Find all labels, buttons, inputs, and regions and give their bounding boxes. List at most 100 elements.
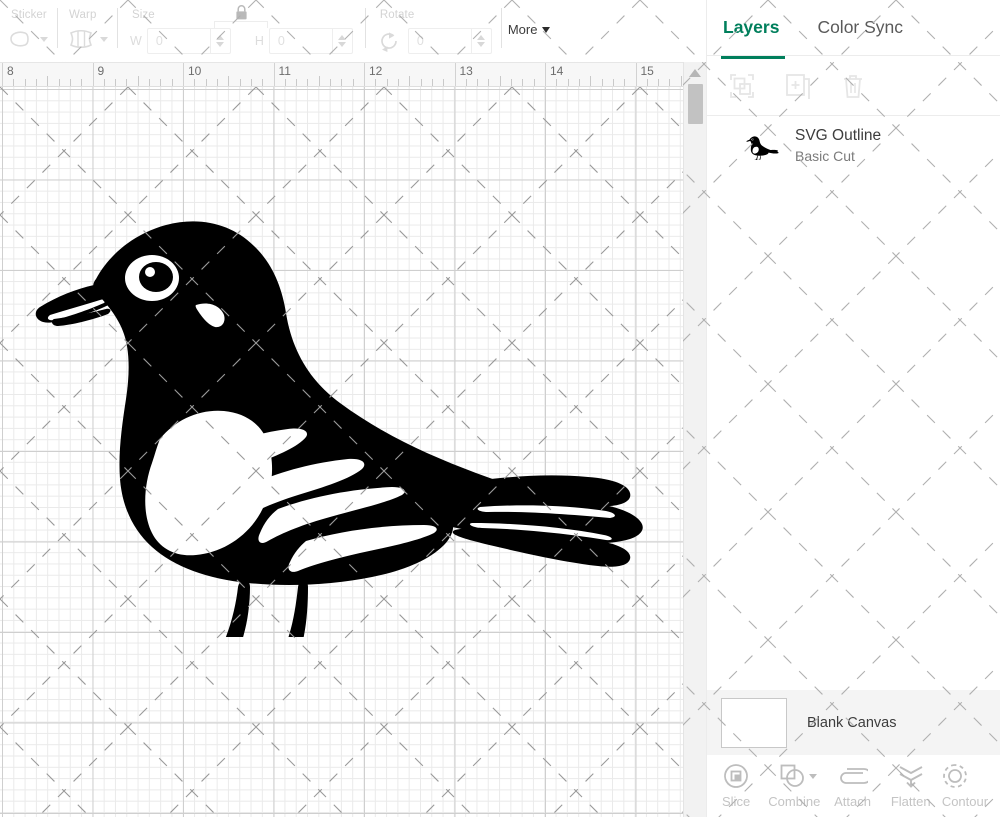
rotate-icon[interactable] [378,30,400,52]
right-panel: Layers Color Sync [706,0,1000,817]
ruler-tick [115,79,116,86]
ruler-tick [240,79,241,86]
ruler-tick [262,79,263,86]
contour-button[interactable]: Contour [940,761,1000,809]
canvas-vertical-scrollbar[interactable] [683,62,706,817]
height-field[interactable] [269,28,353,54]
warp-chevron-down-icon[interactable] [100,37,108,42]
warp-icon[interactable] [67,28,95,50]
combine-button[interactable]: Combine [765,761,823,809]
ruler-inch-mark: 14 [545,63,546,87]
toolbar-group-sticker[interactable]: Sticker [0,0,57,62]
ruler-tick [330,79,331,86]
ruler-tick [104,79,105,86]
sticker-chevron-down-icon[interactable] [40,37,48,42]
ruler-tick [568,79,569,86]
ruler-tick [251,79,252,86]
height-stepper[interactable] [332,29,352,53]
ruler-tick [613,79,614,86]
ruler-tick [522,79,523,86]
ruler-inch-mark: 12 [364,63,365,87]
rotate-input[interactable] [409,29,471,53]
layer-tools-row [707,56,1000,116]
ruler-tick [624,79,625,86]
layer-text-group: SVG Outline Basic Cut [795,127,881,165]
flatten-icon [897,761,925,791]
ruler-tick [658,79,659,86]
ruler-tick [307,79,308,86]
ruler-tick [296,79,297,86]
attach-button[interactable]: Attach [823,761,881,809]
blank-canvas-label: Blank Canvas [807,715,896,731]
ruler-label: 15 [641,64,654,78]
ruler-inch-mark: 9 [93,63,94,87]
flatten-button[interactable]: Flatten [882,761,940,809]
toolbar-group-warp[interactable]: Warp [58,0,117,62]
more-chevron-down-icon [542,27,550,33]
toolbar-group-rotate: Rotate [366,0,501,62]
layer-list[interactable]: SVG Outline Basic Cut [707,117,1000,690]
artwork-magpie-bird[interactable] [10,167,650,637]
width-field[interactable] [147,28,231,54]
tab-color-sync[interactable]: Color Sync [817,17,903,40]
ruler-tick [70,79,71,86]
scroll-up-arrow-icon[interactable] [684,64,706,82]
ruler-tick [579,79,580,86]
rotate-field[interactable] [408,28,492,54]
lock-icon[interactable] [234,4,249,21]
ruler-tick [172,79,173,86]
width-stepper[interactable] [210,29,230,53]
panel-tabs-divider [707,55,1000,56]
delete-icon[interactable] [841,73,865,99]
height-input[interactable] [270,29,332,53]
design-canvas[interactable] [0,87,683,817]
ruler-tick [138,76,139,86]
horizontal-ruler: 89101112131415 [0,62,706,87]
ruler-tick [206,79,207,86]
width-tag: W [130,34,142,48]
slice-icon [723,761,749,791]
lock-bracket [214,21,268,28]
ruler-label: 13 [460,64,473,78]
more-button[interactable]: More [502,22,557,37]
duplicate-icon[interactable] [785,73,811,99]
list-item[interactable]: SVG Outline Basic Cut [707,117,1000,175]
ruler-tick [590,76,591,86]
ruler-tick [341,79,342,86]
group-icon[interactable] [729,73,755,99]
sticker-label: Sticker [9,0,48,21]
ruler-tick [194,79,195,86]
ruler-inch-mark: 13 [455,63,456,87]
ruler-tick [25,79,26,86]
ruler-tick [36,79,37,86]
ruler-tick [477,79,478,86]
top-toolbar: Sticker Warp [0,0,706,62]
size-lock-group[interactable] [214,4,268,28]
attach-label: Attach [834,794,871,809]
slice-label: Slice [722,794,750,809]
height-tag: H [255,34,264,48]
blank-canvas-thumbnail [721,698,787,748]
ruler-tick [602,79,603,86]
ruler-tick [488,79,489,86]
ruler-label: 10 [188,64,201,78]
slice-button[interactable]: Slice [707,761,765,809]
tab-layers[interactable]: Layers [723,17,779,40]
ruler-tick [409,76,410,86]
sticker-icon[interactable] [9,29,35,49]
ruler-tick [59,79,60,86]
rotate-stepper[interactable] [471,29,491,53]
scrollbar-thumb[interactable] [688,84,703,124]
width-input[interactable] [148,29,210,53]
combine-chevron-down-icon[interactable] [809,774,817,779]
blank-canvas-row[interactable]: Blank Canvas [707,690,1000,755]
bottom-tools-bar: Slice Combine Attach [707,755,1000,817]
ruler-tick [387,79,388,86]
warp-label: Warp [67,0,108,21]
ruler-tick [13,79,14,86]
ruler-inch-mark: 15 [636,63,637,87]
attach-icon [838,761,868,791]
ruler-label: 12 [369,64,382,78]
contour-label: Contour [942,794,988,809]
ruler-tick [556,79,557,86]
